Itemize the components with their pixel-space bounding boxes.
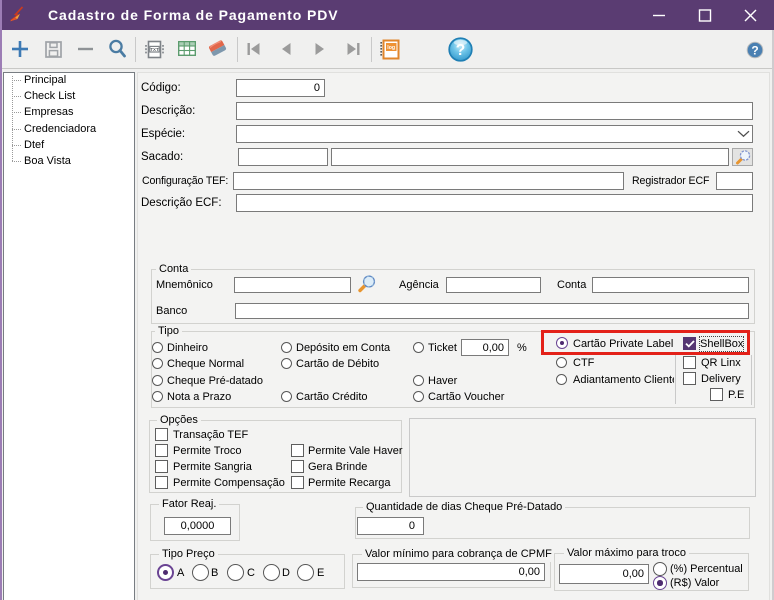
svg-text:?: ? — [751, 43, 758, 57]
svg-text:?: ? — [456, 42, 465, 59]
svg-text:log: log — [387, 45, 395, 51]
svg-text:TXT: TXT — [150, 47, 159, 52]
